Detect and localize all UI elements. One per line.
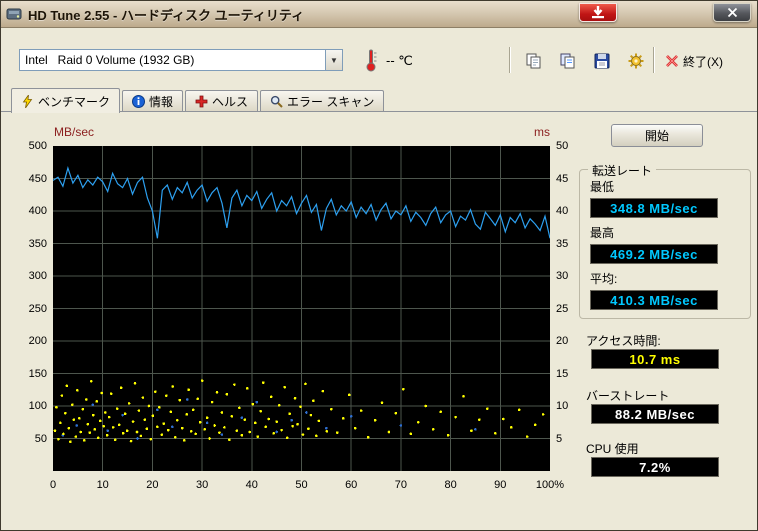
axis-tick-label: 100 — [29, 400, 47, 412]
drive-selector[interactable]: Intel Raid 0 Volume (1932 GB) ▼ — [19, 49, 343, 71]
tab-benchmark-label: ベンチマーク — [38, 93, 110, 110]
temperature-unit: ℃ — [398, 53, 413, 68]
transfer-rate-group: 転送レート 最低 348.8 MB/sec 最高 469.2 MB/sec 平均… — [579, 169, 751, 319]
hd-tune-window: HD Tune 2.55 - ハードディスク ユーティリティ Intel Rai… — [0, 0, 758, 531]
axis-tick-label: 30 — [556, 270, 568, 282]
download-icon — [590, 6, 606, 19]
axis-tick-label: 400 — [29, 205, 47, 217]
access-time-value: 10.7 ms — [591, 349, 719, 369]
copy-button[interactable] — [519, 47, 549, 75]
magnifier-icon — [270, 95, 283, 108]
axis-tick-label: 450 — [29, 173, 47, 185]
exit-label: 終了(X) — [683, 53, 723, 70]
axis-tick-label: 50 — [295, 479, 307, 491]
temperature-readout: -- ℃ — [386, 53, 413, 69]
cpu-usage-label: CPU 使用 — [586, 440, 639, 457]
exit-button[interactable]: 終了(X) — [661, 49, 727, 73]
axis-tick-label: 90 — [494, 479, 506, 491]
toolbar-separator — [653, 47, 654, 73]
lightning-icon — [21, 95, 34, 108]
benchmark-plot-area — [53, 146, 550, 471]
screenshot-copy-button[interactable] — [553, 47, 583, 75]
axis-tick-label: 100% — [536, 479, 564, 491]
close-icon — [727, 7, 738, 18]
thermometer-icon — [364, 48, 378, 72]
save-icon — [593, 52, 611, 70]
axis-tick-label: 80 — [444, 479, 456, 491]
burst-rate-label: バーストレート — [586, 387, 669, 404]
axis-tick-label: 70 — [395, 479, 407, 491]
tabstrip: ベンチマーク 情報 ヘルス エラー スキャン — [11, 88, 386, 111]
axis-tick-label: 60 — [345, 479, 357, 491]
screenshot-copy-icon — [559, 52, 577, 70]
axis-tick-label: 300 — [29, 270, 47, 282]
access-time-label: アクセス時間: — [586, 332, 661, 349]
toolbar-separator — [509, 47, 510, 73]
info-icon — [132, 95, 145, 108]
copy-icon — [525, 52, 543, 70]
tab-info[interactable]: 情報 — [122, 90, 183, 111]
temperature-value: -- — [386, 53, 395, 68]
avg-value: 410.3 MB/sec — [590, 290, 718, 310]
axis-tick-label: 150 — [29, 368, 47, 380]
axis-tick-label: 25 — [556, 303, 568, 315]
y-axis-unit-right: ms — [534, 125, 550, 139]
window-title: HD Tune 2.55 - ハードディスク ユーティリティ — [28, 5, 304, 24]
axis-tick-label: 45 — [556, 173, 568, 185]
results-panel: 開始 転送レート 最低 348.8 MB/sec 最高 469.2 MB/sec… — [576, 113, 756, 528]
download-button[interactable] — [579, 3, 617, 22]
transfer-rate-group-label: 転送レート — [588, 162, 656, 179]
axis-tick-label: 10 — [97, 479, 109, 491]
titlebar[interactable]: HD Tune 2.55 - ハードディスク ユーティリティ — [1, 1, 757, 28]
tab-health[interactable]: ヘルス — [185, 90, 258, 111]
health-cross-icon — [195, 95, 208, 108]
min-value: 348.8 MB/sec — [590, 198, 718, 218]
axis-tick-label: 20 — [556, 335, 568, 347]
max-label: 最高 — [590, 224, 614, 241]
burst-rate-value: 88.2 MB/sec — [591, 404, 719, 424]
axis-tick-label: 10 — [556, 400, 568, 412]
tab-error-scan[interactable]: エラー スキャン — [260, 90, 384, 111]
cpu-usage-value: 7.2% — [591, 457, 719, 477]
y-axis-unit-left: MB/sec — [54, 125, 94, 139]
tab-health-label: ヘルス — [212, 93, 248, 110]
axis-tick-label: 20 — [146, 479, 158, 491]
axis-tick-label: 40 — [556, 205, 568, 217]
axis-tick-label: 5 — [556, 433, 562, 445]
start-button[interactable]: 開始 — [611, 124, 703, 147]
avg-label: 平均: — [590, 270, 617, 287]
axis-tick-label: 500 — [29, 140, 47, 152]
tab-benchmark[interactable]: ベンチマーク — [11, 88, 120, 113]
axis-tick-label: 30 — [196, 479, 208, 491]
axis-tick-label: 200 — [29, 335, 47, 347]
axis-tick-label: 35 — [556, 238, 568, 250]
options-gear-icon — [627, 52, 645, 70]
axis-tick-label: 0 — [50, 479, 56, 491]
chevron-down-icon[interactable]: ▼ — [325, 50, 342, 70]
save-button[interactable] — [587, 47, 617, 75]
axis-tick-label: 250 — [29, 303, 47, 315]
max-value: 469.2 MB/sec — [590, 244, 718, 264]
app-icon — [6, 6, 22, 22]
close-button[interactable] — [713, 3, 751, 22]
options-button[interactable] — [621, 47, 651, 75]
exit-icon — [665, 54, 679, 68]
axis-tick-label: 15 — [556, 368, 568, 380]
axis-tick-label: 50 — [556, 140, 568, 152]
benchmark-chart-region: MB/sec ms 500450400350300250200150100505… — [1, 113, 576, 525]
tab-info-label: 情報 — [149, 93, 173, 110]
drive-selector-value: Intel Raid 0 Volume (1932 GB) — [20, 53, 325, 67]
axis-tick-label: 50 — [35, 433, 47, 445]
axis-tick-label: 40 — [246, 479, 258, 491]
benchmark-plot — [53, 146, 550, 471]
tab-error-scan-label: エラー スキャン — [287, 93, 374, 110]
min-label: 最低 — [590, 178, 614, 195]
axis-tick-label: 350 — [29, 238, 47, 250]
